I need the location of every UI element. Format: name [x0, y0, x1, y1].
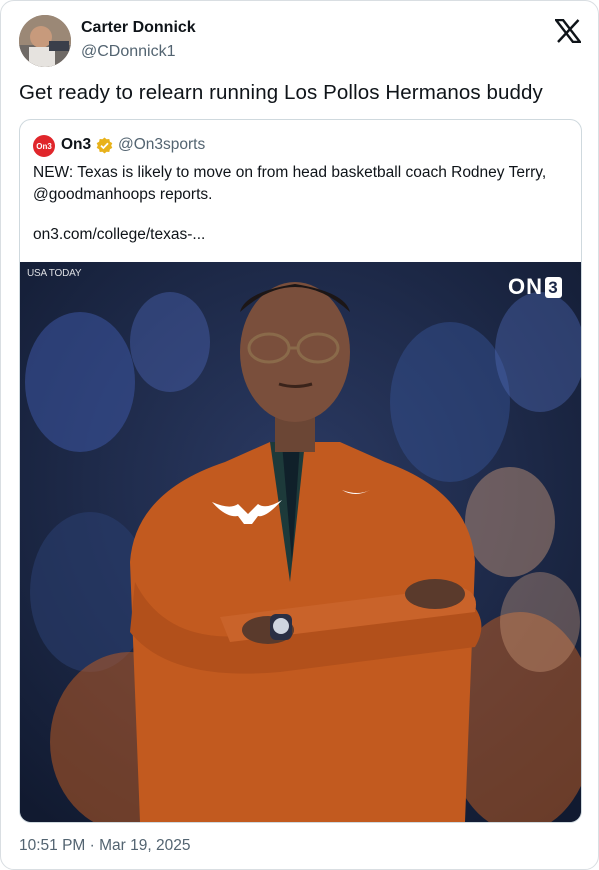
tweet-card: Carter Donnick @CDonnick1 Get ready to r…: [0, 0, 599, 870]
tweet-text: Get ready to relearn running Los Pollos …: [19, 81, 543, 104]
author-name[interactable]: Carter Donnick: [81, 19, 196, 37]
photo-credit: USA TODAY: [27, 268, 82, 279]
avatar-image: [19, 15, 71, 67]
coach-photo-illustration: [20, 262, 581, 822]
on3-watermark-text: ON: [508, 274, 543, 299]
verified-gold-badge-icon: [96, 137, 113, 154]
quoted-author-name[interactable]: On3: [61, 136, 91, 154]
author-avatar[interactable]: [19, 15, 71, 67]
quoted-tweet-link[interactable]: on3.com/college/texas-...: [33, 226, 205, 244]
quoted-tweet[interactable]: On3 On3 @On3sports NEW: Texas is likely …: [19, 119, 582, 823]
tweet-timestamp[interactable]: 10:51 PM · Mar 19, 2025: [19, 837, 190, 855]
quoted-author-handle[interactable]: @On3sports: [118, 136, 205, 154]
quoted-photo[interactable]: USA TODAY ON 3: [20, 262, 581, 822]
on3-watermark: ON 3: [508, 274, 562, 300]
x-logo-icon[interactable]: [553, 18, 583, 44]
quoted-tweet-text: NEW: Texas is likely to move on from hea…: [33, 164, 547, 203]
author-handle[interactable]: @CDonnick1: [81, 43, 176, 61]
on3-logo-icon[interactable]: On3: [33, 135, 55, 157]
on3-watermark-digit: 3: [545, 276, 562, 298]
